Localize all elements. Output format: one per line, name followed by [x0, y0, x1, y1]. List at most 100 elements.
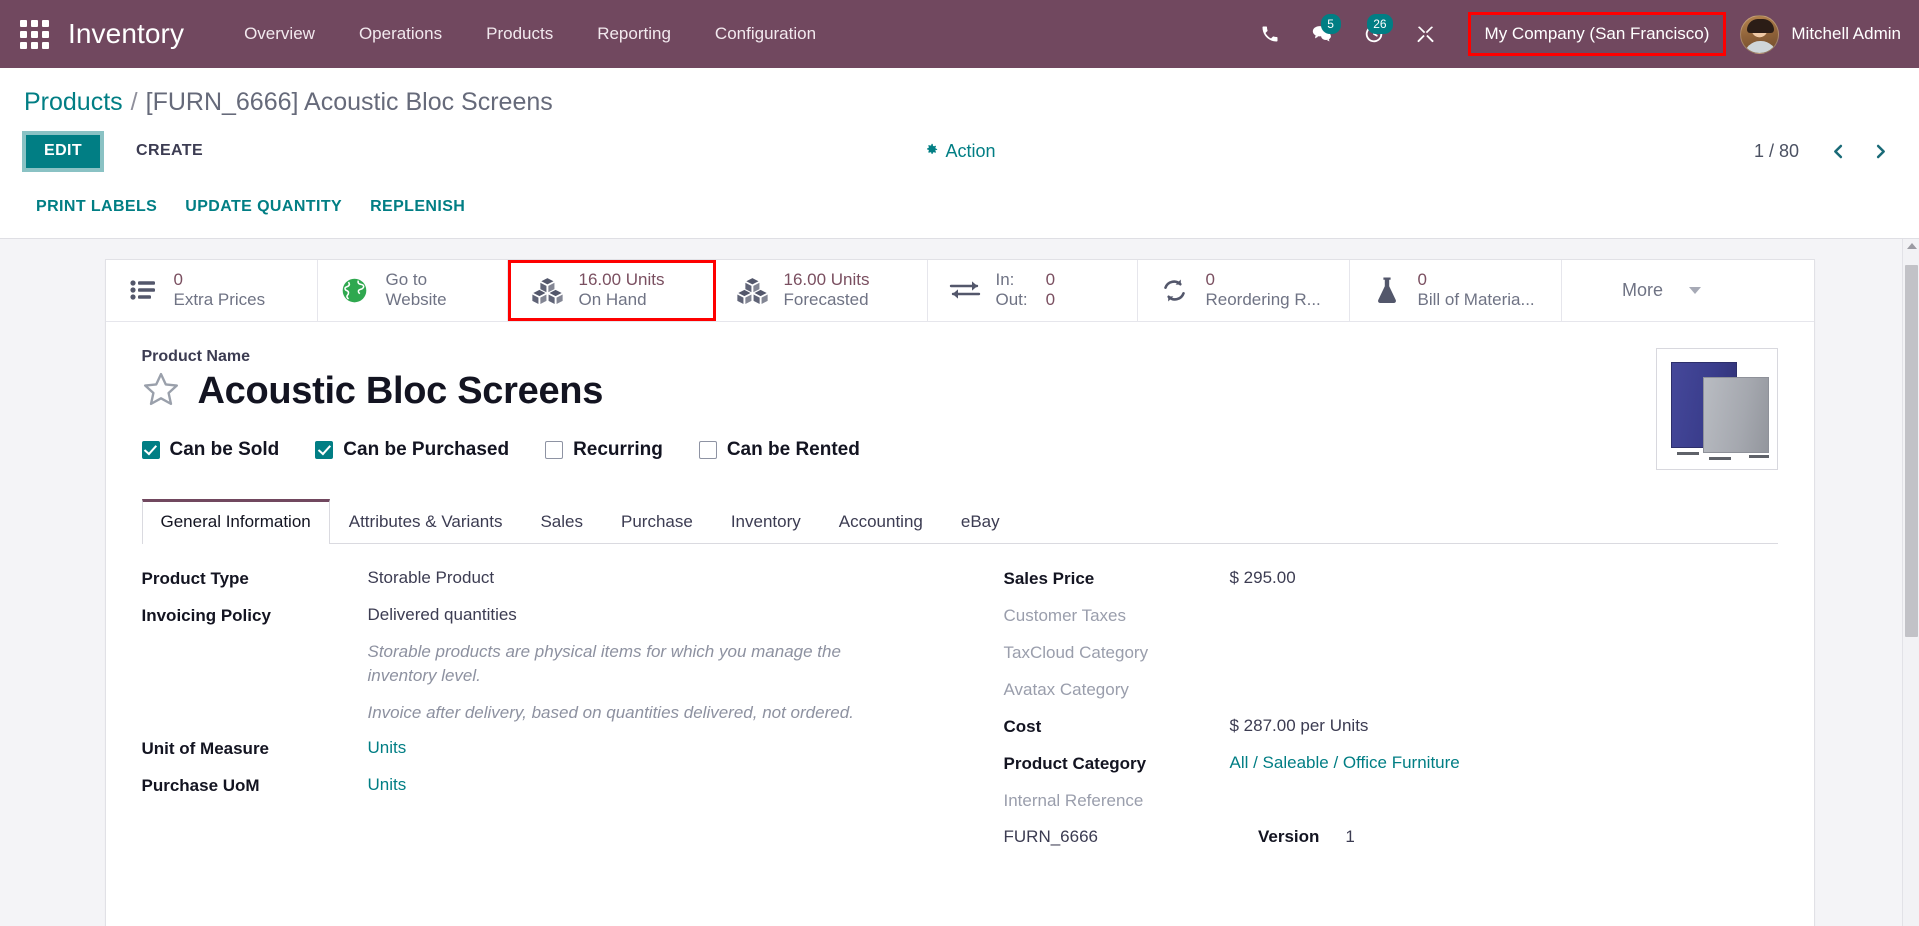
stat-button-extra-prices[interactable]: 0 Extra Prices	[106, 259, 318, 321]
stat-button-go-to-website[interactable]: Go to Website	[318, 259, 508, 321]
field-label: Product Type	[141, 568, 249, 588]
record-subtoolbar: PRINT LABELS UPDATE QUANTITY REPLENISH	[0, 184, 1919, 239]
star-outline-icon[interactable]	[142, 370, 180, 413]
field-value[interactable]: $ 287.00 per Units	[1230, 716, 1369, 736]
general-information-panel: Product Type Storable Product Invoicing …	[106, 544, 1814, 863]
boxes-icon	[736, 277, 770, 304]
stat-button-more[interactable]: More	[1562, 260, 1762, 321]
stat-label: Forecasted	[783, 290, 869, 310]
field-sales-price: Sales Price $ 295.00	[1004, 568, 1778, 589]
checkbox-label: Can be Sold	[169, 438, 280, 460]
field-label: Purchase UoM	[141, 775, 260, 795]
stat-button-bill-of-materials[interactable]: 0 Bill of Materia...	[1350, 259, 1562, 321]
chevron-down-icon	[1689, 286, 1701, 294]
field-product-category: Product Category All / Saleable / Office…	[1004, 753, 1778, 774]
chat-icon[interactable]: 5	[1296, 12, 1348, 56]
activity-clock-icon[interactable]: 26	[1348, 12, 1400, 56]
field-label: TaxCloud Category	[1003, 642, 1149, 662]
checkbox-label: Can be Purchased	[343, 438, 510, 460]
tab-ebay[interactable]: eBay	[942, 499, 1019, 544]
field-value[interactable]: Storable Product	[368, 568, 495, 588]
tab-attributes-variants[interactable]: Attributes & Variants	[330, 499, 522, 544]
menu-item-products[interactable]: Products	[464, 14, 575, 54]
field-value-version[interactable]: 1	[1345, 827, 1354, 847]
tab-purchase[interactable]: Purchase	[602, 499, 712, 544]
checkbox-box[interactable]	[545, 440, 564, 459]
internal-reference-value[interactable]: FURN_6666	[1004, 827, 1099, 847]
menu-item-operations[interactable]: Operations	[337, 14, 464, 54]
more-label: More	[1621, 279, 1663, 300]
print-labels-button[interactable]: PRINT LABELS	[22, 190, 171, 224]
field-value[interactable]: Delivered quantities	[368, 605, 517, 625]
checkbox-label: Can be Rented	[726, 438, 860, 460]
checkbox-can-be-purchased[interactable]: Can be Purchased	[315, 439, 509, 461]
field-product-type: Product Type Storable Product	[142, 568, 960, 589]
user-name-label: Mitchell Admin	[1791, 24, 1901, 43]
checkbox-box[interactable]	[141, 440, 160, 459]
tab-general-information[interactable]: General Information	[141, 498, 330, 544]
field-invoicing-policy: Invoicing Policy Delivered quantities	[142, 605, 960, 626]
field-internal-reference: Internal Reference	[1004, 790, 1778, 811]
stat-label: Website	[385, 290, 447, 310]
tab-sales[interactable]: Sales	[521, 499, 602, 544]
product-image[interactable]	[1655, 347, 1778, 470]
refresh-icon	[1158, 277, 1192, 304]
stat-button-forecasted[interactable]: 16.00 Units Forecasted	[716, 259, 928, 321]
pager-previous-button[interactable]	[1821, 134, 1855, 168]
breadcrumb-parent-products[interactable]: Products	[24, 88, 123, 117]
phone-icon[interactable]	[1244, 12, 1296, 56]
gear-icon	[923, 141, 938, 162]
form-column-left: Product Type Storable Product Invoicing …	[142, 568, 960, 863]
product-form-sheet: 0 Extra Prices Go to Website 16.00 Units…	[104, 258, 1815, 926]
field-value[interactable]: Units	[368, 775, 407, 795]
stat-label: Bill of Materia...	[1417, 290, 1535, 310]
control-panel: Products / [FURN_6666] Acoustic Bloc Scr…	[0, 68, 1919, 239]
vertical-scrollbar[interactable]	[1902, 238, 1919, 926]
tools-wrench-icon[interactable]	[1400, 12, 1452, 56]
field-value[interactable]: All / Saleable / Office Furniture	[1230, 753, 1460, 773]
field-label-version: Version	[1258, 826, 1320, 846]
flask-icon	[1370, 276, 1404, 304]
menu-item-overview[interactable]: Overview	[222, 14, 337, 54]
checkbox-box[interactable]	[315, 440, 334, 459]
update-quantity-button[interactable]: UPDATE QUANTITY	[171, 190, 356, 224]
checkbox-recurring[interactable]: Recurring	[545, 439, 663, 461]
menu-item-reporting[interactable]: Reporting	[575, 14, 693, 54]
replenish-button[interactable]: REPLENISH	[356, 190, 479, 224]
form-column-right: Sales Price $ 295.00 Customer Taxes TaxC…	[960, 568, 1778, 863]
tab-inventory[interactable]: Inventory	[712, 499, 820, 544]
navbar-right-cluster: 5 26 My Company (San Francisco) Mitchell…	[1244, 12, 1901, 56]
apps-grid-icon[interactable]	[14, 14, 54, 54]
field-value[interactable]: $ 295.00	[1230, 568, 1296, 588]
menu-item-configuration[interactable]: Configuration	[693, 14, 838, 54]
scrollbar-thumb[interactable]	[1905, 264, 1918, 637]
checkbox-can-be-sold[interactable]: Can be Sold	[141, 438, 280, 461]
field-value[interactable]: Units	[368, 738, 407, 758]
stat-button-in-out[interactable]: In: 0 Out: 0	[928, 259, 1138, 321]
stat-value: 16.00 Units	[783, 269, 870, 289]
create-button[interactable]: CREATE	[120, 134, 219, 168]
tab-accounting[interactable]: Accounting	[820, 499, 942, 544]
field-label: Cost	[1003, 716, 1042, 736]
field-customer-taxes: Customer Taxes	[1004, 605, 1778, 626]
checkbox-box[interactable]	[698, 440, 717, 459]
action-menu-label: Action	[945, 140, 996, 161]
user-menu[interactable]: Mitchell Admin	[1734, 14, 1901, 54]
edit-button[interactable]: EDIT	[22, 131, 105, 172]
top-navbar: Inventory Overview Operations Products R…	[0, 0, 1919, 68]
stat-label: On Hand	[578, 290, 647, 310]
stat-button-reordering-rules[interactable]: 0 Reordering R...	[1138, 259, 1350, 321]
company-selector[interactable]: My Company (San Francisco)	[1467, 12, 1727, 56]
main-menu: Overview Operations Products Reporting C…	[222, 14, 838, 54]
form-tabs: General Information Attributes & Variant…	[141, 498, 1778, 544]
stat-button-on-hand[interactable]: 16.00 Units On Hand	[507, 259, 716, 321]
checkbox-can-be-rented[interactable]: Can be Rented	[698, 438, 860, 461]
app-brand-inventory[interactable]: Inventory	[68, 18, 184, 50]
action-menu-button[interactable]: Action	[923, 140, 996, 162]
help-text-storable: Storable products are physical items for…	[367, 641, 841, 686]
field-avatax-category: Avatax Category	[1004, 679, 1778, 700]
pager-next-button[interactable]	[1863, 134, 1897, 168]
field-purchase-uom: Purchase UoM Units	[142, 775, 960, 796]
scroll-up-arrow-icon[interactable]	[1907, 242, 1917, 249]
field-label: Invoicing Policy	[141, 605, 271, 625]
